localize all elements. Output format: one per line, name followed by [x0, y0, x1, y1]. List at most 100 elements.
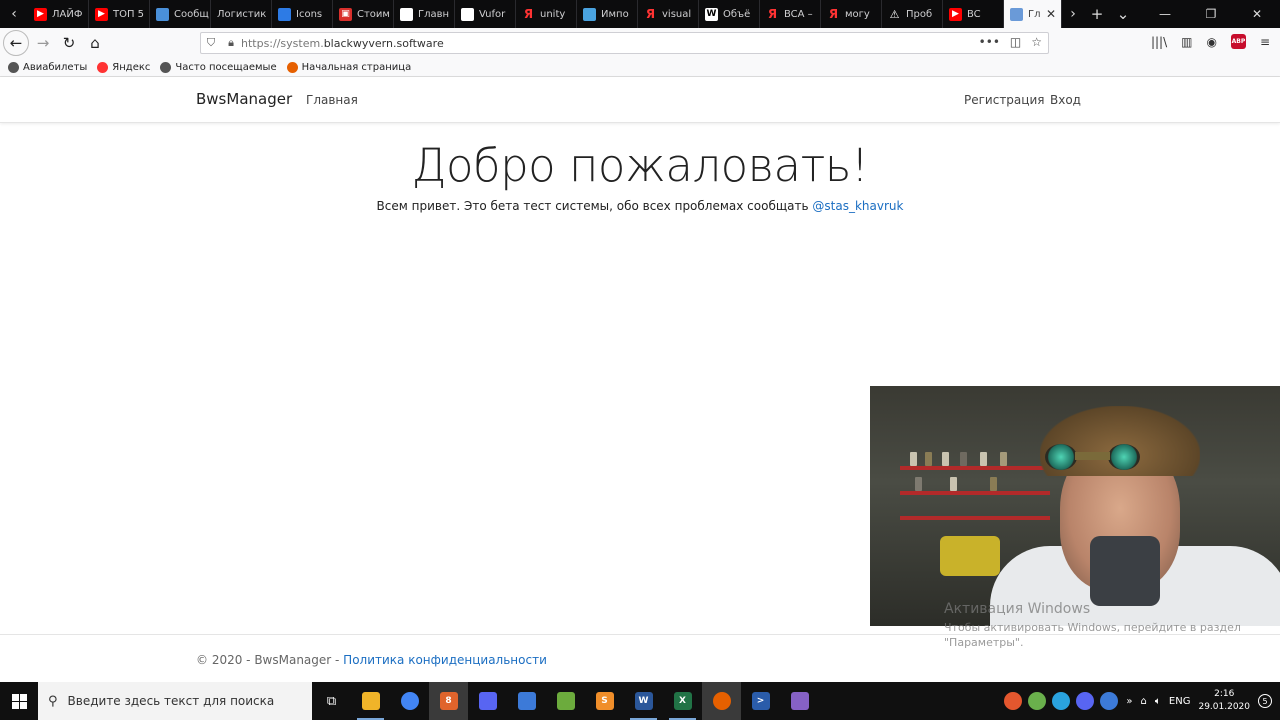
yandex-icon: Я	[828, 7, 839, 21]
chat-icon	[156, 7, 169, 21]
telegram-tray-icon[interactable]	[1052, 692, 1071, 710]
tab-close-icon[interactable]: ✕	[1046, 7, 1056, 21]
browser-tab[interactable]: Импо	[577, 0, 638, 28]
taskbar-app[interactable]	[702, 682, 741, 720]
flag-icon	[278, 7, 291, 21]
tab-list-chevron-down-icon[interactable]: ⌄	[1110, 0, 1136, 28]
home-button[interactable]: ⌂	[82, 30, 108, 56]
taskbar-app[interactable]	[468, 682, 507, 720]
lock-icon[interactable]: 🔒︎	[221, 36, 241, 50]
contact-link[interactable]: @stas_khavruk	[812, 199, 903, 213]
browser-tab[interactable]: ▶ ЛАЙФ	[28, 0, 89, 28]
taskbar-app[interactable]: X	[663, 682, 702, 720]
pinned-apps: 8 S W X >	[351, 682, 819, 720]
start-button[interactable]	[0, 682, 38, 720]
youtube-icon: ▶	[949, 7, 962, 21]
activation-title: Активация Windows	[944, 601, 1091, 617]
discord-tray-icon[interactable]	[1076, 692, 1095, 710]
taskbar-app[interactable]: 8	[429, 682, 468, 720]
bookmark-item[interactable]: Яндекс	[97, 61, 151, 73]
browser-tab[interactable]: Сообщ	[150, 0, 211, 28]
site-brand-link[interactable]: BwsManager	[196, 90, 292, 108]
shield-icon[interactable]: ⛉	[201, 36, 221, 50]
browser-tab[interactable]: ⚠ Проб	[882, 0, 943, 28]
vuforia-icon	[461, 7, 474, 21]
task-view-icon[interactable]: ⧉	[312, 682, 351, 720]
url-bar[interactable]: ⛉ 🔒︎ https://system. blackwyvern.software…	[200, 32, 1049, 54]
account-icon[interactable]: ◉	[1206, 35, 1216, 49]
warning-icon: ⚠	[889, 7, 900, 21]
browser-tab[interactable]: Логистик	[211, 0, 272, 28]
taskbar-app[interactable]	[780, 682, 819, 720]
taskbar-app[interactable]	[390, 682, 429, 720]
browser-tab[interactable]: Яvisual	[638, 0, 699, 28]
menu-hamburger-icon[interactable]: ≡	[1260, 35, 1270, 49]
reload-button[interactable]: ↻	[56, 30, 82, 56]
visual-studio-icon	[790, 692, 809, 710]
browser-tab[interactable]: W Объё	[699, 0, 760, 28]
page-actions-icon[interactable]: •••	[979, 35, 1000, 49]
taskbar-app[interactable]	[546, 682, 585, 720]
taskbar-app[interactable]	[351, 682, 390, 720]
taskbar-app[interactable]: >	[741, 682, 780, 720]
bookmark-item[interactable]: Начальная страница	[286, 61, 411, 73]
browser-tab[interactable]: Главн	[394, 0, 455, 28]
browser-tab[interactable]: Ямогу	[821, 0, 882, 28]
network-tray-icon[interactable]	[1100, 692, 1119, 710]
git-tray-icon[interactable]	[1004, 692, 1023, 710]
bookmark-label: Яндекс	[112, 61, 151, 73]
taskbar-app[interactable]: W	[624, 682, 663, 720]
forward-button[interactable]: →	[30, 30, 56, 56]
browser-tab[interactable]: ▶ BC	[943, 0, 1004, 28]
restore-icon[interactable]: ❐	[1188, 0, 1234, 28]
tray-overflow-icon[interactable]: »	[1126, 696, 1132, 707]
notification-center-icon[interactable]: 5	[1258, 694, 1272, 708]
bookmark-star-icon[interactable]: ☆	[1031, 35, 1042, 49]
tab-label: unity	[540, 8, 566, 20]
wikipedia-icon: W	[705, 7, 718, 21]
browser-tab[interactable]: ▶ ТОП 5	[89, 0, 150, 28]
youtube-icon: ▶	[34, 7, 47, 21]
youtube-icon: ▶	[95, 7, 108, 21]
minimize-icon[interactable]: —	[1142, 0, 1188, 28]
browser-tab[interactable]: Яunity	[516, 0, 577, 28]
adblock-plus-icon[interactable]: ABP	[1230, 34, 1246, 49]
yandex-icon	[97, 61, 109, 73]
nav-link-register[interactable]: Регистрация	[964, 93, 1044, 107]
excel-icon: X	[673, 692, 692, 710]
windows-taskbar: ⚲ Введите здесь текст для поиска ⧉ 8 S W X >…	[0, 682, 1280, 720]
window-close-icon[interactable]: ✕	[1234, 0, 1280, 28]
nav-link-home[interactable]: Главная	[306, 93, 358, 107]
back-button[interactable]: ←	[3, 30, 29, 56]
browser-tab[interactable]: Icons	[272, 0, 333, 28]
pocket-icon[interactable]: ◫	[1010, 35, 1021, 49]
bookmark-item[interactable]: Авиабилеты	[8, 61, 87, 73]
sidebar-icon[interactable]: ▥	[1181, 35, 1192, 49]
library-icon[interactable]: |||\	[1151, 35, 1167, 49]
browser-tab[interactable]: Vufor	[455, 0, 516, 28]
tabs-scroll-right-icon[interactable]: ›	[1062, 0, 1084, 28]
browser-tab[interactable]: Гл ✕	[1004, 0, 1062, 28]
android-tray-icon[interactable]	[1028, 692, 1047, 710]
new-tab-icon[interactable]: +	[1084, 0, 1110, 28]
globe-icon	[8, 61, 19, 73]
language-indicator[interactable]: ENG	[1169, 696, 1191, 707]
browser-tab[interactable]: ▣ Стоим	[333, 0, 394, 28]
bookmark-item[interactable]: Часто посещаемые	[160, 61, 277, 73]
firefox-icon	[712, 692, 731, 710]
tab-label: Гл	[1028, 8, 1041, 20]
system-tray: » ⌂ 🔈︎ ENG 2:16 29.01.2020 5	[1004, 682, 1280, 720]
tab-label: BC	[967, 8, 981, 20]
clock[interactable]: 2:16 29.01.2020	[1198, 688, 1250, 714]
taskbar-search-box[interactable]: ⚲ Введите здесь текст для поиска	[38, 682, 312, 720]
volume-icon[interactable]: 🔈︎	[1155, 696, 1161, 707]
privacy-policy-link[interactable]: Политика конфиденциальности	[343, 653, 547, 667]
browser-tab[interactable]: Я BCA –	[760, 0, 821, 28]
nav-link-login[interactable]: Вход	[1050, 93, 1081, 107]
tab-label: Объё	[723, 8, 751, 20]
tabs-scroll-left-icon[interactable]: ‹	[0, 0, 28, 28]
network-status-icon[interactable]: ⌂	[1141, 696, 1147, 707]
taskbar-app[interactable]	[507, 682, 546, 720]
browser-toolbar: ← → ↻ ⌂ ⛉ 🔒︎ https://system. blackwyvern.…	[0, 28, 1280, 58]
taskbar-app[interactable]: S	[585, 682, 624, 720]
